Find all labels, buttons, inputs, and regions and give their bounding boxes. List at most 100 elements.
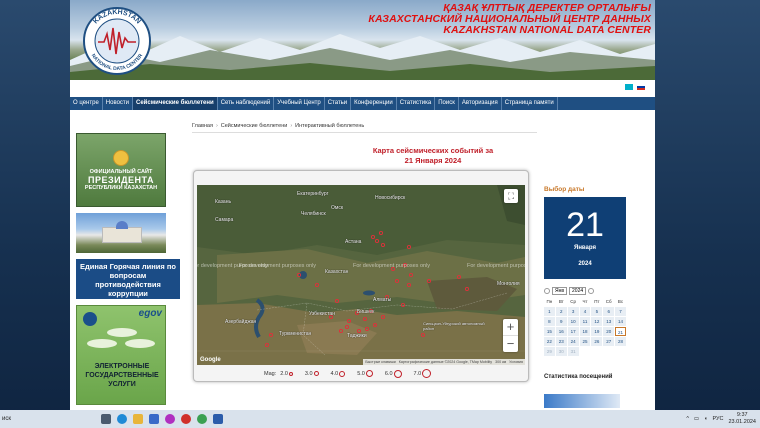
terms-link[interactable]: Условия xyxy=(509,360,523,364)
volume-icon[interactable]: ◖ xyxy=(704,416,707,422)
seismic-event-marker[interactable] xyxy=(400,302,406,308)
seismic-event-marker[interactable] xyxy=(394,278,400,284)
visit-stats-counter[interactable] xyxy=(544,394,620,408)
edge-icon[interactable] xyxy=(117,414,127,424)
calendar-day[interactable]: 18 xyxy=(579,327,591,336)
nav-search[interactable]: Поиск xyxy=(435,97,459,110)
seismic-event-marker[interactable] xyxy=(314,282,320,288)
seismic-event-marker[interactable] xyxy=(370,234,376,240)
seismic-event-marker[interactable] xyxy=(406,282,412,288)
year-select[interactable]: 2024 xyxy=(569,287,587,295)
calendar-day[interactable]: 20 xyxy=(603,327,615,336)
nav-articles[interactable]: Статьи xyxy=(325,97,352,110)
calendar-day[interactable]: 17 xyxy=(567,327,579,336)
seismic-event-marker[interactable] xyxy=(380,314,386,320)
map-scale[interactable]: 300 км xyxy=(495,360,506,364)
calendar-day[interactable]: 2 xyxy=(555,307,567,316)
seismic-event-marker[interactable] xyxy=(344,324,350,330)
clock[interactable]: 9:37 23.01.2024 xyxy=(728,412,756,426)
seismic-event-marker[interactable] xyxy=(374,238,380,244)
zoom-out-button[interactable]: − xyxy=(503,336,518,352)
calendar-day[interactable]: 27 xyxy=(603,337,615,346)
anticorruption-hotline-banner[interactable]: Единая Горячая линия по вопросам противо… xyxy=(76,259,180,299)
nav-network[interactable]: Сеть наблюдений xyxy=(218,97,275,110)
seismic-event-marker[interactable] xyxy=(420,332,426,338)
president-site-banner[interactable]: ОФИЦИАЛЬНЫЙ САЙТ ПРЕЗИДЕНТА РЕСПУБЛИКИ К… xyxy=(76,133,166,207)
nav-login[interactable]: Авторизация xyxy=(459,97,502,110)
calendar-day[interactable]: 3 xyxy=(567,307,579,316)
calendar-day[interactable]: 29 xyxy=(544,347,555,356)
nav-memorial[interactable]: Страница памяти xyxy=(502,97,558,110)
calendar-day[interactable]: 26 xyxy=(591,337,603,346)
egov-banner[interactable]: egov ЭЛЕКТРОННЫЕ ГОСУДАРСТВЕННЫЕ УСЛУГИ xyxy=(76,305,166,405)
tray-chevron-icon[interactable]: ^ xyxy=(686,416,689,422)
seismic-event-marker[interactable] xyxy=(456,274,462,280)
ndc-logo[interactable]: KAZAKHSTANNATIONAL DATA CENTER xyxy=(78,6,156,76)
calendar-day[interactable]: 21 xyxy=(615,327,626,336)
store-icon[interactable] xyxy=(149,414,159,424)
taskbar-search[interactable]: иск xyxy=(0,410,95,428)
breadcrumb-section[interactable]: Сейсмические бюллетени xyxy=(221,123,288,129)
calendar-day[interactable]: 19 xyxy=(591,327,603,336)
calendar-day[interactable]: 1 xyxy=(544,307,555,316)
month-select[interactable]: Янв xyxy=(552,287,568,295)
nav-about[interactable]: О центре xyxy=(70,97,103,110)
seismic-map[interactable]: For development purposes only For develo… xyxy=(197,185,525,365)
nav-news[interactable]: Новости xyxy=(103,97,134,110)
calendar-day[interactable]: 15 xyxy=(544,327,555,336)
government-building-banner[interactable] xyxy=(76,213,166,253)
zoom-in-button[interactable]: + xyxy=(503,319,518,335)
calendar-day[interactable]: 10 xyxy=(567,317,579,326)
calendar-day[interactable]: 24 xyxy=(567,337,579,346)
app-icon[interactable] xyxy=(165,414,175,424)
seismic-event-marker[interactable] xyxy=(464,286,470,292)
calendar-day[interactable]: 6 xyxy=(603,307,615,316)
seismic-event-marker[interactable] xyxy=(268,332,274,338)
seismic-event-marker[interactable] xyxy=(406,244,412,250)
calendar-day[interactable]: 8 xyxy=(544,317,555,326)
nav-statistics[interactable]: Статистика xyxy=(397,97,436,110)
calendar-day[interactable]: 23 xyxy=(555,337,567,346)
calendar-day[interactable]: 16 xyxy=(555,327,567,336)
seismic-event-marker[interactable] xyxy=(346,318,352,324)
word-icon[interactable] xyxy=(213,414,223,424)
keyboard-shortcuts-link[interactable]: Быстрые клавиши xyxy=(365,360,395,364)
calendar-day[interactable]: 7 xyxy=(615,307,626,316)
seismic-event-marker[interactable] xyxy=(408,272,414,278)
calendar-day[interactable]: 4 xyxy=(579,307,591,316)
calendar-day[interactable]: 25 xyxy=(579,337,591,346)
russian-flag-icon[interactable] xyxy=(637,84,645,90)
file-explorer-icon[interactable] xyxy=(133,414,143,424)
seismic-event-marker[interactable] xyxy=(362,316,368,322)
seismic-event-marker[interactable] xyxy=(338,328,344,334)
nav-seismic-bulletins[interactable]: Сейсмические бюллетени xyxy=(133,97,218,110)
network-icon[interactable]: ▭ xyxy=(694,416,699,422)
prev-month-icon[interactable] xyxy=(544,288,550,294)
calendar-day[interactable]: 12 xyxy=(591,317,603,326)
calendar-day[interactable]: 31 xyxy=(567,347,579,356)
opera-icon[interactable] xyxy=(181,414,191,424)
fullscreen-button[interactable]: ⛶ xyxy=(504,189,518,203)
nav-conferences[interactable]: Конференции xyxy=(351,97,397,110)
calendar-day[interactable]: 9 xyxy=(555,317,567,326)
calendar-day[interactable]: 14 xyxy=(615,317,626,326)
input-language[interactable]: РУС xyxy=(712,416,723,422)
kazakh-flag-icon[interactable] xyxy=(625,84,633,90)
seismic-event-marker[interactable] xyxy=(334,298,340,304)
calendar-day[interactable]: 5 xyxy=(591,307,603,316)
nav-training[interactable]: Учебный Центр xyxy=(274,97,325,110)
seismic-event-marker[interactable] xyxy=(264,342,270,348)
seismic-event-marker[interactable] xyxy=(364,326,370,332)
seismic-event-marker[interactable] xyxy=(372,322,378,328)
task-view-icon[interactable] xyxy=(101,414,111,424)
calendar-day[interactable]: 13 xyxy=(603,317,615,326)
calendar-day[interactable]: 22 xyxy=(544,337,555,346)
seismic-event-marker[interactable] xyxy=(380,242,386,248)
breadcrumb-home[interactable]: Главная xyxy=(192,123,213,129)
chrome-icon[interactable] xyxy=(197,414,207,424)
calendar-day[interactable]: 30 xyxy=(555,347,567,356)
calendar-day[interactable]: 11 xyxy=(579,317,591,326)
calendar-day[interactable]: 28 xyxy=(615,337,626,346)
seismic-event-marker[interactable] xyxy=(426,278,432,284)
seismic-event-marker[interactable] xyxy=(296,272,302,278)
